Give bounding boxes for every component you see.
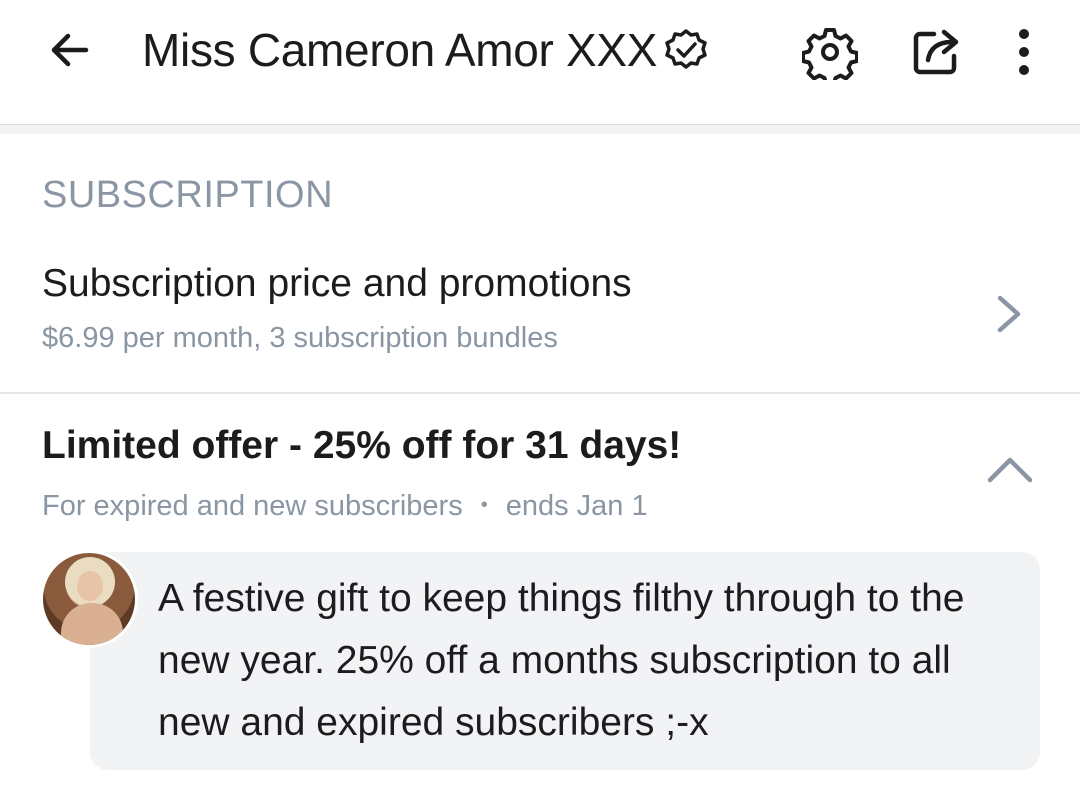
subscription-price-title: Subscription price and promotions — [42, 262, 632, 305]
profile-title: Miss Cameron Amor XXX — [142, 22, 709, 78]
back-button[interactable] — [44, 24, 96, 76]
chevron-right-icon — [997, 295, 1021, 333]
share-button[interactable] — [906, 24, 966, 80]
back-arrow-icon — [51, 33, 89, 67]
more-vertical-icon — [1019, 29, 1029, 75]
offer-message-text: A festive gift to keep things filthy thr… — [158, 577, 965, 744]
subscription-price-subtitle: $6.99 per month, 3 subscription bundles — [42, 322, 558, 354]
chevron-up-icon[interactable] — [984, 450, 1036, 486]
profile-name: Miss Cameron Amor XXX — [142, 24, 658, 76]
section-divider — [0, 125, 1080, 134]
verified-badge-icon — [663, 27, 709, 73]
offer-message-bubble: A festive gift to keep things filthy thr… — [90, 552, 1040, 770]
avatar[interactable] — [40, 550, 138, 648]
more-options-button[interactable] — [1000, 24, 1048, 80]
meta-separator: • — [480, 494, 488, 516]
offer-audience: For expired and new subscribers — [42, 490, 463, 522]
share-icon — [913, 29, 959, 75]
offer-title: Limited offer - 25% off for 31 days! — [42, 424, 682, 467]
offer-meta: For expired and new subscribers • ends Jan… — [42, 490, 648, 523]
section-title-subscription: SUBSCRIPTION — [42, 174, 334, 216]
subscription-price-row[interactable]: Subscription price and promotions $6.99 … — [0, 244, 1080, 394]
top-app-bar: Miss Cameron Amor XXX — [0, 0, 1080, 125]
offer-end-date: ends Jan 1 — [505, 490, 648, 522]
limited-offer-card: Limited offer - 25% off for 31 days! For… — [0, 394, 1080, 792]
gear-icon — [802, 28, 858, 80]
settings-button[interactable] — [800, 24, 860, 80]
